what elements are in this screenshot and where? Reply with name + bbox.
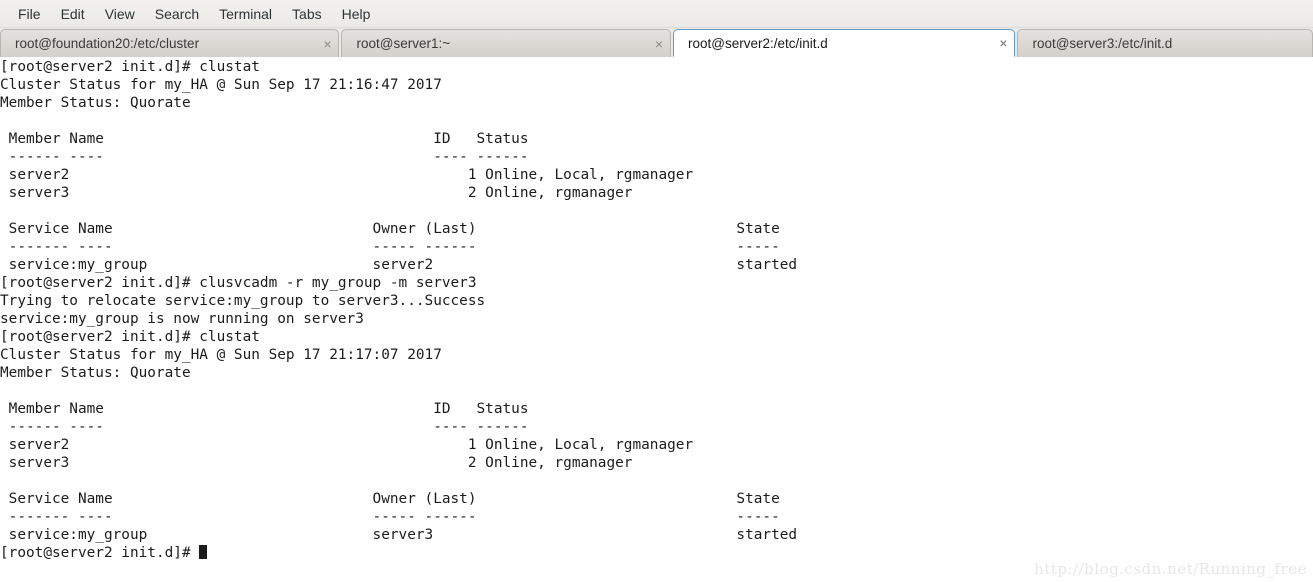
watermark-text: http://blog.csdn.net/Running_free xyxy=(1034,560,1307,578)
menu-item-file[interactable]: File xyxy=(8,3,51,25)
close-icon[interactable]: × xyxy=(316,37,338,51)
terminal-line: Member Name ID Status xyxy=(0,131,529,147)
terminal-line: ------- ---- ----- ------ ----- xyxy=(0,239,780,255)
terminal-prompt-line: [root@server2 init.d]# xyxy=(0,544,797,562)
menu-item-tabs[interactable]: Tabs xyxy=(282,3,332,25)
terminal-line: server3 2 Online, rgmanager xyxy=(0,185,633,201)
tab-root-server3[interactable]: root@server3:/etc/init.d xyxy=(1017,29,1313,57)
terminal-line: [root@server2 init.d]# clustat xyxy=(0,329,260,345)
terminal-screen[interactable]: [root@server2 init.d]# clustat Cluster St… xyxy=(0,57,1313,582)
terminal-line: [root@server2 init.d]# clustat xyxy=(0,59,260,75)
menu-item-edit[interactable]: Edit xyxy=(51,3,95,25)
terminal-output: [root@server2 init.d]# clustat Cluster St… xyxy=(0,58,797,562)
terminal-line: server3 2 Online, rgmanager xyxy=(0,455,633,471)
terminal-line: Cluster Status for my_HA @ Sun Sep 17 21… xyxy=(0,347,442,363)
terminal-line: ------ ---- ---- ------ xyxy=(0,419,529,435)
menu-bar: File Edit View Search Terminal Tabs Help xyxy=(0,0,1313,28)
tab-root-server2[interactable]: root@server2:/etc/init.d × xyxy=(672,29,1016,57)
terminal-line: Service Name Owner (Last) State xyxy=(0,221,780,237)
tab-bar: root@foundation20:/etc/cluster × root@se… xyxy=(0,28,1313,57)
tab-root-server1[interactable]: root@server1:~ × xyxy=(341,29,671,57)
terminal-line: server2 1 Online, Local, rgmanager xyxy=(0,437,694,453)
menu-item-view[interactable]: View xyxy=(95,3,145,25)
menu-item-search[interactable]: Search xyxy=(145,3,209,25)
terminal-line: Member Status: Quorate xyxy=(0,95,191,111)
terminal-line: Member Name ID Status xyxy=(0,401,529,417)
terminal-line: Member Status: Quorate xyxy=(0,365,191,381)
terminal-line: service:my_group server3 started xyxy=(0,527,798,543)
tab-label: root@server1:~ xyxy=(356,36,451,51)
terminal-line: server2 1 Online, Local, rgmanager xyxy=(0,167,694,183)
menu-item-terminal[interactable]: Terminal xyxy=(209,3,282,25)
terminal-line: ------- ---- ----- ------ ----- xyxy=(0,509,780,525)
terminal-line: Service Name Owner (Last) State xyxy=(0,491,780,507)
terminal-line: service:my_group is now running on serve… xyxy=(0,311,364,327)
text-cursor xyxy=(199,545,208,559)
terminal-line: ------ ---- ---- ------ xyxy=(0,149,529,165)
close-icon[interactable]: × xyxy=(992,36,1014,50)
tab-label: root@server3:/etc/init.d xyxy=(1032,36,1173,51)
tab-root-foundation20[interactable]: root@foundation20:/etc/cluster × xyxy=(0,29,340,57)
tab-label: root@foundation20:/etc/cluster xyxy=(15,36,200,51)
terminal-window: File Edit View Search Terminal Tabs Help… xyxy=(0,0,1313,582)
menu-item-help[interactable]: Help xyxy=(332,3,381,25)
shell-prompt: [root@server2 init.d]# xyxy=(0,545,200,561)
terminal-line: Cluster Status for my_HA @ Sun Sep 17 21… xyxy=(0,77,442,93)
tab-label: root@server2:/etc/init.d xyxy=(687,35,828,51)
terminal-line: [root@server2 init.d]# clusvcadm -r my_g… xyxy=(0,275,477,291)
terminal-line: service:my_group server2 started xyxy=(0,257,798,273)
terminal-line: Trying to relocate service:my_group to s… xyxy=(0,293,486,309)
close-icon[interactable]: × xyxy=(648,37,670,51)
